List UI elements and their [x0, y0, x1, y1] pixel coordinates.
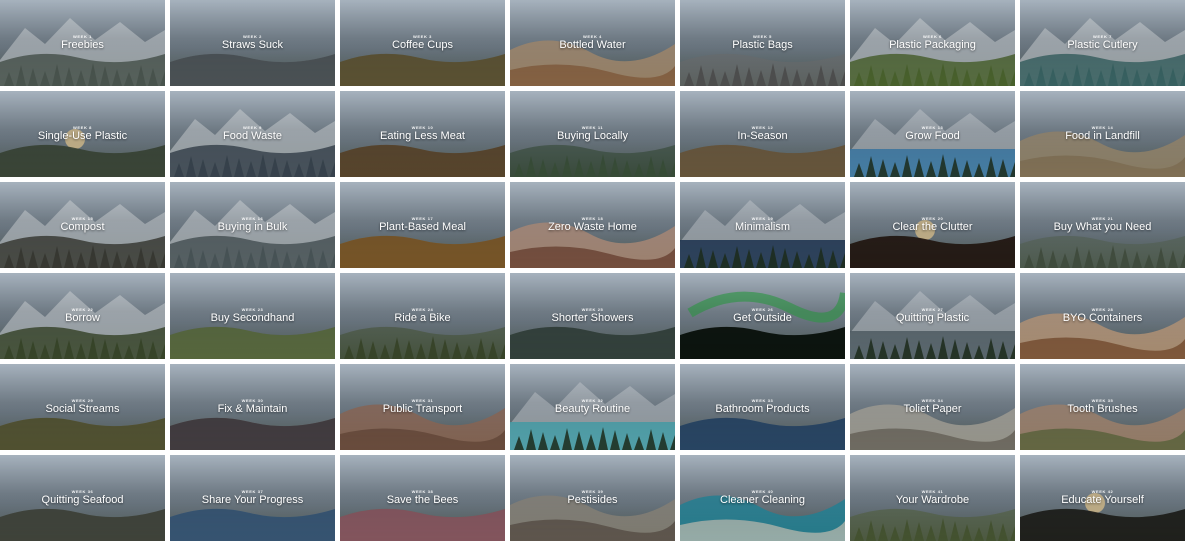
photo-tile[interactable]: WEEK 41 Your Wardrobe — [850, 455, 1015, 541]
photo-tile[interactable]: WEEK 8 Single-Use Plastic — [0, 91, 165, 177]
tile-title: Plastic Cutlery — [1067, 39, 1138, 51]
tile-title: Buying Locally — [557, 130, 628, 142]
tile-title: Bottled Water — [559, 39, 626, 51]
tile-title: Plastic Bags — [732, 39, 793, 51]
photo-tile[interactable]: WEEK 32 Beauty Routine — [510, 364, 675, 450]
tile-title: Quitting Plastic — [895, 312, 970, 324]
tile-title: Bathroom Products — [715, 403, 810, 415]
photo-tile[interactable]: WEEK 21 Buy What you Need — [1020, 182, 1185, 268]
tile-title: Get Outside — [733, 312, 792, 324]
photo-tile[interactable]: WEEK 20 Clear the Clutter — [850, 182, 1015, 268]
tile-title: Food in Landfill — [1065, 130, 1140, 142]
tile-title: Food Waste — [223, 130, 282, 142]
tile-title: Buy Secondhand — [210, 312, 295, 324]
tile-title: Social Streams — [45, 403, 120, 415]
photo-tile[interactable]: WEEK 30 Fix & Maintain — [170, 364, 335, 450]
photo-tile[interactable]: WEEK 25 Shorter Showers — [510, 273, 675, 359]
photo-tile[interactable]: WEEK 27 Quitting Plastic — [850, 273, 1015, 359]
tile-title: Save the Bees — [386, 494, 459, 506]
tile-title: Cleaner Cleaning — [720, 494, 805, 506]
photo-tile[interactable]: WEEK 16 Buying in Bulk — [170, 182, 335, 268]
tile-title: Compost — [60, 221, 105, 233]
tile-title: Buying in Bulk — [217, 221, 288, 233]
tile-title: Clear the Clutter — [892, 221, 973, 233]
tile-title: Minimalism — [735, 221, 790, 233]
photo-tile[interactable]: WEEK 24 Ride a Bike — [340, 273, 505, 359]
photo-tile[interactable]: WEEK 9 Food Waste — [170, 91, 335, 177]
tile-title: Buy What you Need — [1053, 221, 1152, 233]
tile-title: BYO Containers — [1062, 312, 1143, 324]
photo-tile[interactable]: WEEK 2 Straws Suck — [170, 0, 335, 86]
tile-title: Borrow — [65, 312, 100, 324]
tile-title: Educate Yourself — [1061, 494, 1144, 506]
photo-tile[interactable]: WEEK 31 Public Transport — [340, 364, 505, 450]
photo-tile[interactable]: WEEK 10 Eating Less Meat — [340, 91, 505, 177]
photo-tile[interactable]: WEEK 23 Buy Secondhand — [170, 273, 335, 359]
tile-title: Eating Less Meat — [380, 130, 465, 142]
photo-tile[interactable]: WEEK 18 Zero Waste Home — [510, 182, 675, 268]
photo-tile[interactable]: WEEK 29 Social Streams — [0, 364, 165, 450]
photo-tile[interactable]: WEEK 34 Toliet Paper — [850, 364, 1015, 450]
photo-tile[interactable]: WEEK 19 Minimalism — [680, 182, 845, 268]
photo-tile[interactable]: WEEK 36 Quitting Seafood — [0, 455, 165, 541]
photo-tile[interactable]: WEEK 7 Plastic Cutlery — [1020, 0, 1185, 86]
tile-title: Pestisides — [567, 494, 618, 506]
photo-tile[interactable]: WEEK 12 In-Season — [680, 91, 845, 177]
tile-title: Plant-Based Meal — [379, 221, 466, 233]
tile-title: Straws Suck — [221, 39, 284, 51]
tile-title: Toliet Paper — [903, 403, 962, 415]
photo-tile[interactable]: WEEK 39 Pestisides — [510, 455, 675, 541]
photo-tile[interactable]: WEEK 6 Plastic Packaging — [850, 0, 1015, 86]
photo-tile[interactable]: WEEK 4 Bottled Water — [510, 0, 675, 86]
photo-tile[interactable]: WEEK 3 Coffee Cups — [340, 0, 505, 86]
tile-title: Beauty Routine — [554, 403, 631, 415]
photo-tile[interactable]: WEEK 11 Buying Locally — [510, 91, 675, 177]
photo-tile[interactable]: WEEK 38 Save the Bees — [340, 455, 505, 541]
photo-tile[interactable]: WEEK 40 Cleaner Cleaning — [680, 455, 845, 541]
tile-title: Ride a Bike — [394, 312, 451, 324]
tile-title: Quitting Seafood — [41, 494, 124, 506]
tile-title: Public Transport — [382, 403, 463, 415]
photo-grid: WEEK 1 Freebies WEEK 2 Straws Suck WEEK 3 Cof… — [0, 0, 1185, 541]
photo-tile[interactable]: WEEK 14 Food in Landfill — [1020, 91, 1185, 177]
photo-tile[interactable]: WEEK 13 Grow Food — [850, 91, 1015, 177]
photo-tile[interactable]: WEEK 35 Tooth Brushes — [1020, 364, 1185, 450]
tile-title: Fix & Maintain — [217, 403, 288, 415]
photo-tile[interactable]: WEEK 5 Plastic Bags — [680, 0, 845, 86]
tile-title: Shorter Showers — [551, 312, 634, 324]
tile-title: In-Season — [737, 130, 788, 142]
photo-tile[interactable]: WEEK 26 Get Outside — [680, 273, 845, 359]
photo-tile[interactable]: WEEK 28 BYO Containers — [1020, 273, 1185, 359]
tile-title: Share Your Progress — [201, 494, 304, 506]
tile-title: Zero Waste Home — [548, 221, 637, 233]
tile-title: Plastic Packaging — [889, 39, 976, 51]
photo-tile[interactable]: WEEK 33 Bathroom Products — [680, 364, 845, 450]
tile-title: Grow Food — [905, 130, 960, 142]
photo-tile[interactable]: WEEK 42 Educate Yourself — [1020, 455, 1185, 541]
photo-tile[interactable]: WEEK 37 Share Your Progress — [170, 455, 335, 541]
tile-title: Tooth Brushes — [1067, 403, 1138, 415]
tile-title: Single-Use Plastic — [37, 130, 128, 142]
tile-title: Freebies — [61, 39, 104, 51]
tile-title: Coffee Cups — [392, 39, 453, 51]
photo-tile[interactable]: WEEK 17 Plant-Based Meal — [340, 182, 505, 268]
photo-tile[interactable]: WEEK 1 Freebies — [0, 0, 165, 86]
photo-tile[interactable]: WEEK 22 Borrow — [0, 273, 165, 359]
tile-title: Your Wardrobe — [895, 494, 970, 506]
photo-tile[interactable]: WEEK 15 Compost — [0, 182, 165, 268]
